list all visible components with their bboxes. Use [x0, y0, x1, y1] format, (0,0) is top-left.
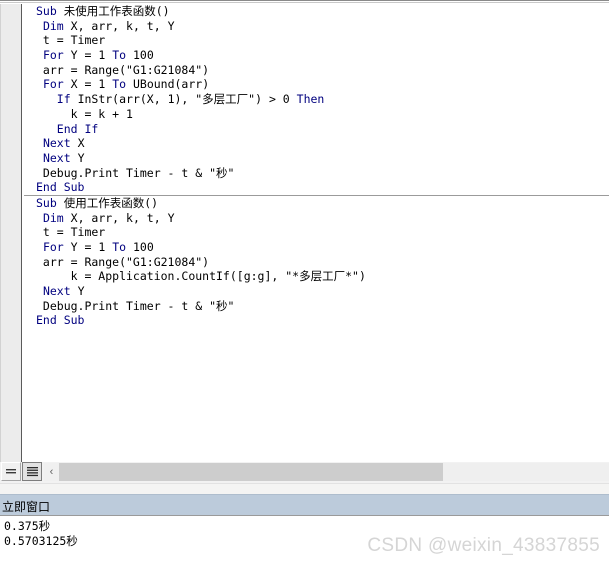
immediate-output-line: 0.375秒 [4, 519, 51, 533]
vba-editor-window: Sub 未使用工作表函数() Dim X, arr, k, t, Y t = T… [0, 0, 609, 567]
full-module-view-button[interactable] [22, 462, 42, 481]
code-text: Y [77, 150, 85, 165]
window-separator-strip [0, 483, 609, 494]
csdn-watermark: CSDN @weixin_43837855 [367, 535, 600, 556]
code-keyword: Next [42, 136, 78, 151]
code-text: Debug.Print Timer - t & "秒" [36, 165, 235, 180]
code-text: 使用工作表函数() [63, 195, 159, 210]
code-keyword: End Sub [36, 313, 85, 328]
horizontal-scrollbar-thumb[interactable] [59, 463, 443, 481]
code-keyword: Dim [42, 18, 71, 33]
procedure-block: Sub 使用工作表函数() Dim X, arr, k, t, Y t = Ti… [24, 196, 609, 328]
code-line: End If [24, 122, 609, 137]
horizontal-scrollbar[interactable]: ‹ [44, 463, 609, 481]
code-line: Dim X, arr, k, t, Y [24, 211, 609, 226]
code-line: Dim X, arr, k, t, Y [24, 19, 609, 34]
code-text: k = Application.CountIf([g:g], "*多层工厂*") [36, 269, 366, 284]
code-line: If InStr(arr(X, 1), "多层工厂") > 0 Then [24, 92, 609, 107]
code-line: Next Y [24, 151, 609, 166]
code-text: 100 [132, 48, 154, 63]
code-text: X = 1 [70, 77, 113, 92]
code-keyword: For [42, 77, 71, 92]
code-line: t = Timer [24, 225, 609, 240]
procedure-block: Sub 未使用工作表函数() Dim X, arr, k, t, Y t = T… [24, 4, 609, 195]
code-keyword: To [112, 240, 133, 254]
code-line: Debug.Print Timer - t & "秒" [24, 299, 609, 314]
code-text: UBound(arr) [132, 77, 210, 92]
code-line: k = Application.CountIf([g:g], "*多层工厂*") [24, 269, 609, 284]
procedure-view-button[interactable] [1, 462, 21, 481]
horizontal-scrollbar-track[interactable] [59, 463, 609, 481]
code-line: k = k + 1 [24, 107, 609, 122]
code-line: Sub 未使用工作表函数() [24, 4, 609, 19]
code-text: X [77, 136, 85, 151]
code-keyword: Sub [36, 4, 64, 18]
code-keyword: End If [56, 121, 99, 136]
code-text: t = Timer [36, 225, 106, 240]
window-top-border [0, 0, 609, 1]
code-keyword: Then [296, 92, 325, 107]
code-keyword: Next [42, 150, 78, 165]
code-line: arr = Range("G1:G21084") [24, 255, 609, 270]
code-keyword: End Sub [36, 180, 85, 195]
code-line: End Sub [24, 313, 609, 328]
code-text: InStr(arr(X, 1), "多层工厂") > 0 [77, 92, 297, 107]
code-keyword: For [42, 48, 71, 63]
code-line: arr = Range("G1:G21084") [24, 63, 609, 78]
code-text: 100 [132, 240, 154, 254]
code-text: X, arr, k, t, Y [70, 18, 175, 33]
code-line: t = Timer [24, 33, 609, 48]
procedure-view-icon [5, 467, 17, 477]
code-text: Y = 1 [70, 240, 113, 254]
code-keyword: Next [42, 284, 78, 299]
code-text: X, arr, k, t, Y [70, 210, 175, 225]
code-keyword: Sub [36, 195, 64, 210]
code-line: Sub 使用工作表函数() [24, 196, 609, 211]
code-line: Next Y [24, 284, 609, 299]
code-line: End Sub [24, 180, 609, 195]
code-line: For Y = 1 To 100 [24, 240, 609, 255]
code-text: k = k + 1 [36, 106, 133, 121]
full-module-view-icon [26, 466, 39, 478]
code-keyword: Dim [42, 210, 71, 225]
immediate-window-title: 立即窗口 [2, 500, 51, 514]
code-text-area[interactable]: Sub 未使用工作表函数() Dim X, arr, k, t, Y t = T… [24, 4, 609, 462]
code-text: 未使用工作表函数() [63, 4, 170, 18]
code-line: Next X [24, 136, 609, 151]
scroll-left-arrow-icon[interactable]: ‹ [44, 463, 59, 481]
code-text: Debug.Print Timer - t & "秒" [36, 298, 235, 313]
code-line: For X = 1 To UBound(arr) [24, 77, 609, 92]
code-line: For Y = 1 To 100 [24, 48, 609, 63]
immediate-window-titlebar[interactable]: 立即窗口 [0, 494, 609, 515]
code-text: Y [77, 284, 85, 299]
code-keyword: If [56, 92, 78, 107]
code-text: arr = Range("G1:G21084") [36, 62, 210, 77]
margin-indicator-bar[interactable] [0, 4, 22, 462]
code-window-bottom-bar: ‹ [0, 462, 609, 483]
code-keyword: To [112, 77, 133, 92]
code-text: t = Timer [36, 33, 106, 48]
window-top-border-2 [0, 2, 609, 3]
code-text: Y = 1 [70, 48, 113, 63]
code-keyword: For [42, 240, 71, 254]
code-window: Sub 未使用工作表函数() Dim X, arr, k, t, Y t = T… [0, 0, 609, 462]
code-line: Debug.Print Timer - t & "秒" [24, 166, 609, 181]
code-text: arr = Range("G1:G21084") [36, 254, 210, 269]
code-keyword: To [112, 48, 133, 63]
